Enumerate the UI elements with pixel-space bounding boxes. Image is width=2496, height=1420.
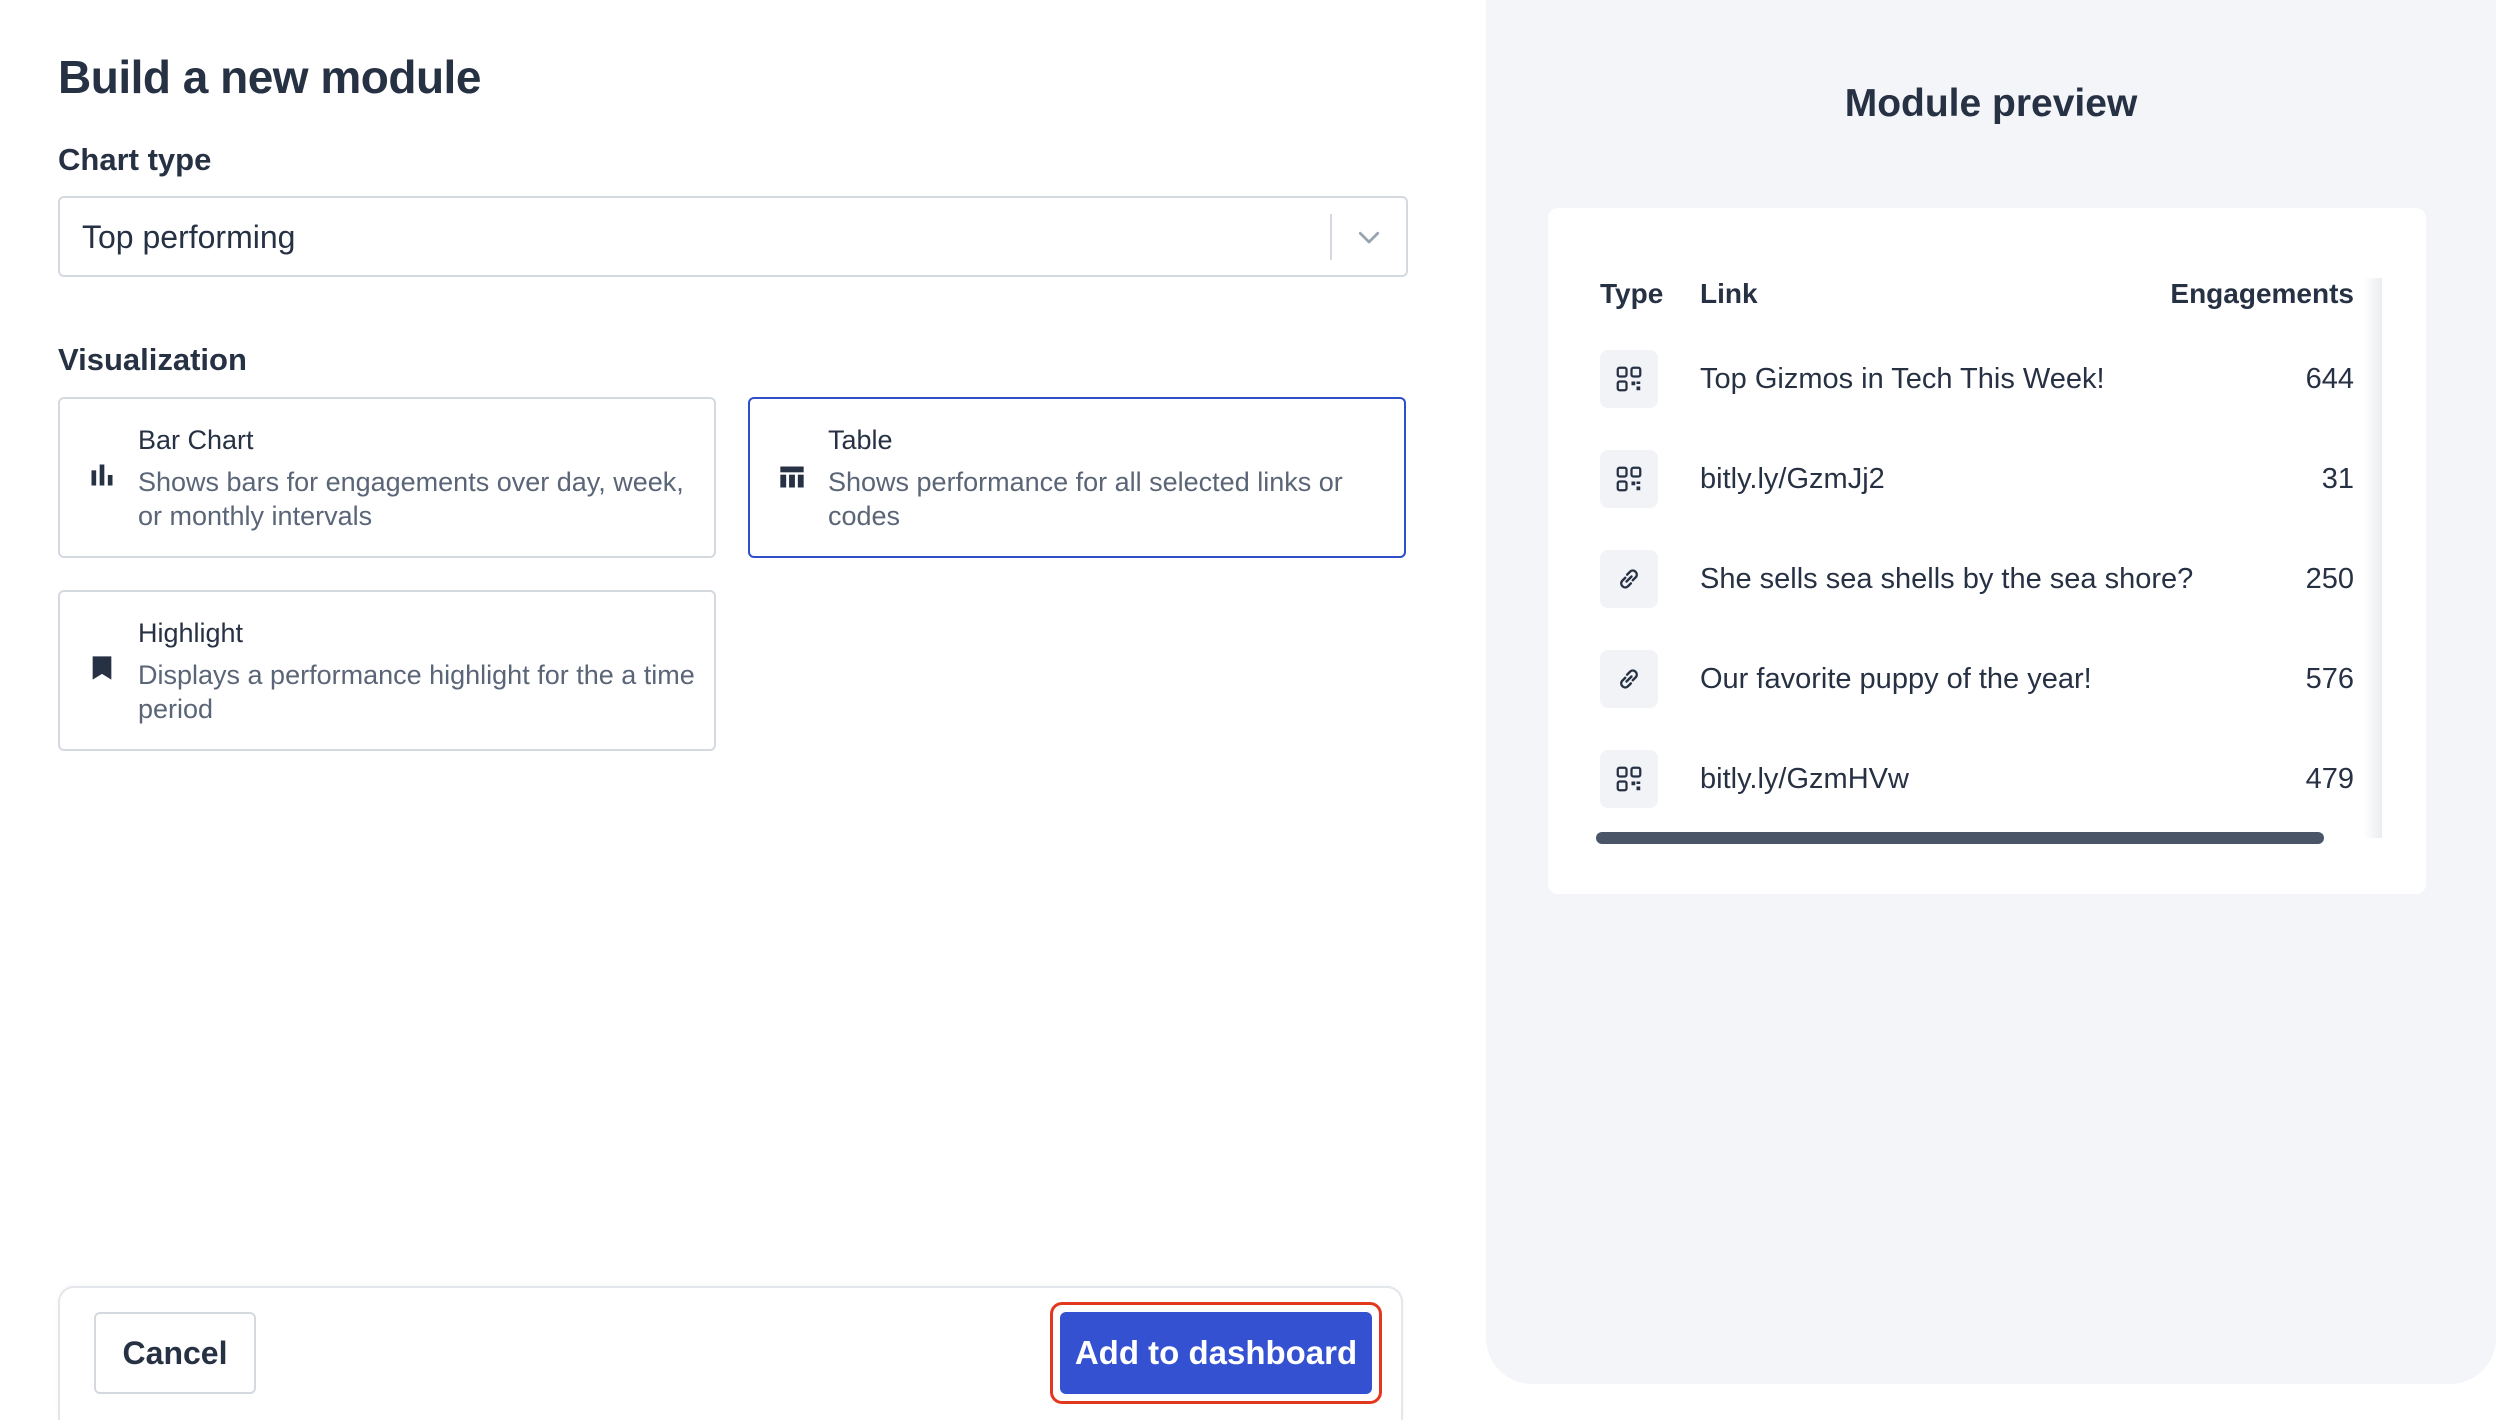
link-icon [1600, 550, 1658, 608]
preview-table: Type Link Engagements Top Gizmos in Tech… [1548, 208, 2426, 894]
bar-chart-icon [91, 464, 113, 486]
qr-code-icon [1600, 450, 1658, 508]
table-row: bitly.ly/GzmJj2 31 [1548, 450, 2426, 510]
chart-type-value: Top performing [82, 219, 296, 255]
option-title: Highlight [138, 618, 244, 648]
select-divider [1330, 214, 1332, 260]
table-row: Our favorite puppy of the year! 576 [1548, 650, 2426, 710]
qr-code-icon [1600, 350, 1658, 408]
option-description: Shows performance for all selected links… [828, 467, 1343, 531]
table-row: bitly.ly/GzmHVw 479 [1548, 750, 2426, 810]
option-description: Shows bars for engagements over day, wee… [138, 467, 684, 531]
row-link: Our favorite puppy of the year! [1700, 663, 2092, 695]
visualization-label: Visualization [58, 342, 247, 377]
scroll-shadow [2364, 278, 2382, 838]
cancel-button[interactable]: Cancel [94, 1312, 256, 1394]
module-builder-form: Build a new module Chart type Top perfor… [0, 0, 1470, 1420]
table-row: She sells sea shells by the sea shore? 2… [1548, 550, 2426, 610]
row-link: Top Gizmos in Tech This Week! [1700, 363, 2105, 395]
visualization-option-table[interactable]: Table Shows performance for all selected… [748, 397, 1406, 558]
add-to-dashboard-button[interactable]: Add to dashboard [1060, 1312, 1372, 1394]
row-link: She sells sea shells by the sea shore? [1700, 563, 2194, 595]
preview-title: Module preview [1844, 82, 2138, 125]
option-description: Displays a performance highlight for the… [138, 660, 695, 724]
page-title: Build a new module [58, 51, 481, 103]
table-icon [780, 466, 804, 488]
chart-type-label: Chart type [58, 142, 212, 177]
horizontal-scrollbar[interactable] [1596, 832, 2324, 844]
module-preview-panel: Module preview Type Link Engagements Top… [1486, 0, 2496, 1384]
qr-code-icon [1600, 750, 1658, 808]
row-engagements: 479 [2305, 763, 2354, 795]
bookmark-icon [92, 656, 112, 680]
visualization-option-bar-chart[interactable]: Bar Chart Shows bars for engagements ove… [58, 397, 716, 558]
column-header-type: Type [1600, 278, 1664, 309]
column-header-link: Link [1700, 278, 1758, 309]
row-link: bitly.ly/GzmHVw [1700, 763, 1909, 795]
action-footer: Cancel Add to dashboard [58, 1286, 1403, 1420]
row-engagements: 644 [2305, 363, 2354, 395]
column-header-engagements: Engagements [2170, 278, 2354, 309]
link-icon [1600, 650, 1658, 708]
option-title: Table [828, 425, 893, 455]
option-title: Bar Chart [138, 425, 254, 455]
row-engagements: 31 [2321, 463, 2354, 495]
row-link: bitly.ly/GzmJj2 [1700, 463, 1885, 495]
table-row: Top Gizmos in Tech This Week! 644 [1548, 350, 2426, 410]
chart-type-select[interactable]: Top performing [58, 196, 1408, 277]
row-engagements: 250 [2305, 563, 2354, 595]
visualization-option-highlight[interactable]: Highlight Displays a performance highlig… [58, 590, 716, 751]
row-engagements: 576 [2305, 663, 2354, 695]
chevron-down-icon[interactable] [1354, 222, 1384, 252]
